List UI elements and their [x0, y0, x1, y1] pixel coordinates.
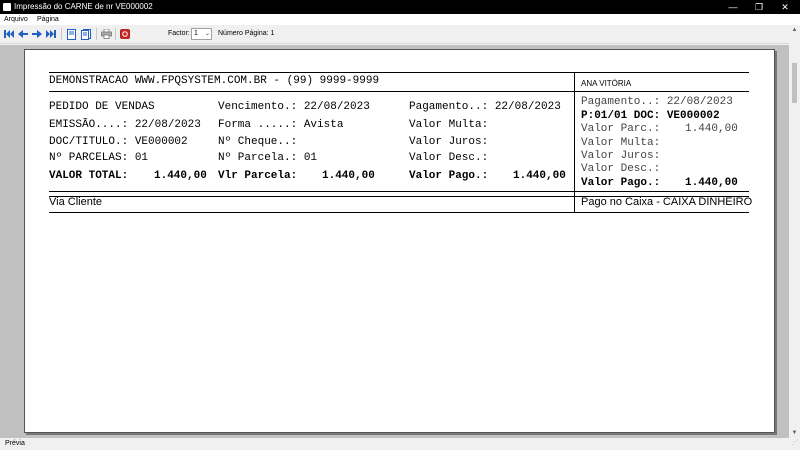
last-page-icon [45, 30, 56, 38]
report-preview-window: Impressão do CARNE de nr VE000002 — ❐ ✕ … [0, 0, 800, 450]
maximize-icon: ❐ [754, 2, 764, 12]
rule-totals [49, 191, 749, 192]
menu-arquivo[interactable]: Arquivo [4, 14, 28, 25]
row4-col3: Valor Desc.: [409, 152, 489, 164]
single-page-button[interactable] [65, 28, 77, 40]
preview-area: DEMONSTRACAO WWW.FPQSYSTEM.COM.BR - (99)… [0, 45, 789, 438]
menu-bar: Arquivo Página [0, 14, 800, 25]
page-number-label: Número Página: 1 [218, 30, 275, 37]
toolbar-separator [115, 28, 116, 40]
multi-page-icon [81, 28, 91, 40]
vlr-parcela-label: Vlr Parcela: [218, 170, 298, 182]
row3-col1: DOC/TITULO.: VE000002 [49, 136, 188, 148]
row2-col2: Forma .....: Avista [218, 119, 344, 131]
status-bar: Prévia ⋰ [0, 438, 800, 450]
resize-grip-icon[interactable]: ⋰ [792, 437, 798, 449]
first-page-icon [3, 30, 14, 38]
vertical-scrollbar[interactable]: ▲ ▼ [789, 25, 800, 438]
stub-valor-parc: 1.440,00 [685, 123, 738, 135]
next-page-icon [32, 30, 42, 38]
stub-valor-juros: Valor Juros: [581, 150, 661, 162]
stub-divider [574, 72, 575, 212]
print-button[interactable] [100, 28, 112, 40]
rule-header [49, 91, 749, 92]
report-page: DEMONSTRACAO WWW.FPQSYSTEM.COM.BR - (99)… [24, 49, 775, 433]
stub-valor-pago-label: Valor Pago.: [581, 177, 661, 189]
row2-col1: EMISSÃO....: 22/08/2023 [49, 119, 201, 131]
print-icon [100, 29, 112, 39]
close-button[interactable]: ✕ [772, 0, 798, 14]
close-icon: ✕ [781, 2, 789, 12]
title-bar: Impressão do CARNE de nr VE000002 — ❐ ✕ [0, 0, 800, 14]
row2-col3: Valor Multa: [409, 119, 489, 131]
factor-value: 1 [194, 30, 198, 37]
company-header: DEMONSTRACAO WWW.FPQSYSTEM.COM.BR - (99)… [49, 75, 380, 87]
rule-bottom [49, 212, 749, 213]
factor-select[interactable]: 1 ⌄ [191, 28, 212, 40]
status-text: Prévia [5, 440, 25, 447]
row1-col2: Vencimento.: 22/08/2023 [218, 101, 370, 113]
row1-col1: PEDIDO DE VENDAS [49, 101, 155, 113]
app-icon [3, 3, 11, 11]
row4-col2: Nº Parcela.: 01 [218, 152, 318, 164]
stub-footer: Pago no Caixa - CAIXA DINHEIRO [581, 196, 753, 208]
vlr-parcela-value: 1.440,00 [322, 170, 375, 182]
valor-total-label: VALOR TOTAL: [49, 170, 129, 182]
factor-label: Factor: [168, 30, 190, 37]
first-page-button[interactable] [3, 28, 15, 40]
prev-page-icon [18, 30, 28, 38]
rule-top [49, 72, 749, 73]
menu-pagina[interactable]: Página [37, 14, 59, 25]
single-page-icon [66, 28, 76, 40]
close-preview-button[interactable] [119, 28, 131, 40]
valor-pago-value: 1.440,00 [513, 170, 566, 182]
scroll-thumb[interactable] [792, 63, 797, 103]
valor-total-value: 1.440,00 [154, 170, 207, 182]
stub-valor-multa: Valor Multa: [581, 137, 661, 149]
prev-page-button[interactable] [17, 28, 29, 40]
multi-page-button[interactable] [80, 28, 92, 40]
row3-col2: Nº Cheque..: [218, 136, 298, 148]
scroll-up-icon[interactable]: ▲ [789, 25, 800, 35]
row4-col1: Nº PARCELAS: 01 [49, 152, 149, 164]
row3-col3: Valor Juros: [409, 136, 489, 148]
minimize-button[interactable]: — [720, 0, 746, 14]
stub-parcela-doc: P:01/01 DOC: VE000002 [581, 110, 720, 122]
via-cliente: Via Cliente [49, 196, 102, 208]
window-title: Impressão do CARNE de nr VE000002 [14, 2, 153, 11]
close-preview-icon [120, 29, 130, 39]
valor-pago-label: Valor Pago.: [409, 170, 489, 182]
toolbar: Factor: 1 ⌄ Número Página: 1 [0, 25, 800, 44]
chevron-down-icon: ⌄ [204, 31, 210, 37]
stub-valor-pago: 1.440,00 [685, 177, 738, 189]
last-page-button[interactable] [45, 28, 57, 40]
row1-col3: Pagamento..: 22/08/2023 [409, 101, 561, 113]
stub-valor-desc: Valor Desc.: [581, 163, 661, 175]
minimize-icon: — [728, 2, 738, 12]
customer-name: ANA VITÓRIA [581, 79, 632, 88]
stub-valor-parc-label: Valor Parc.: [581, 123, 661, 135]
stub-pagamento: Pagamento..: 22/08/2023 [581, 96, 733, 108]
toolbar-separator [96, 28, 97, 40]
next-page-button[interactable] [31, 28, 43, 40]
toolbar-separator [61, 28, 62, 40]
maximize-button[interactable]: ❐ [746, 0, 772, 14]
